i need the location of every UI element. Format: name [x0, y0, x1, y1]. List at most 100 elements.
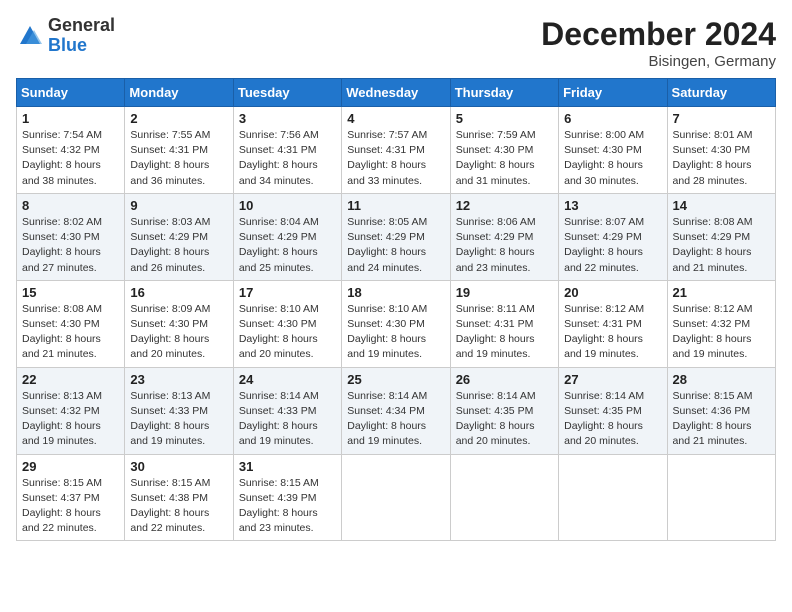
calendar-cell: 24Sunrise: 8:14 AMSunset: 4:33 PMDayligh…	[233, 367, 341, 454]
daylight-text: Daylight: 8 hours	[347, 333, 426, 345]
sunrise-text: Sunrise: 7:55 AM	[130, 129, 210, 141]
daylight-text: Daylight: 8 hours	[456, 420, 535, 432]
calendar-cell	[667, 454, 775, 541]
sunset-text: Sunset: 4:32 PM	[673, 318, 751, 330]
sunrise-text: Sunrise: 8:06 AM	[456, 216, 536, 228]
daylight-text: and 19 minutes.	[239, 435, 314, 447]
day-info: Sunrise: 8:02 AMSunset: 4:30 PMDaylight:…	[22, 215, 119, 276]
sunset-text: Sunset: 4:33 PM	[130, 405, 208, 417]
calendar-cell	[342, 454, 450, 541]
day-number: 8	[22, 198, 119, 213]
daylight-text: and 36 minutes.	[130, 175, 205, 187]
day-info: Sunrise: 8:10 AMSunset: 4:30 PMDaylight:…	[239, 302, 336, 363]
daylight-text: Daylight: 8 hours	[673, 333, 752, 345]
daylight-text: and 20 minutes.	[130, 348, 205, 360]
daylight-text: and 38 minutes.	[22, 175, 97, 187]
daylight-text: and 20 minutes.	[239, 348, 314, 360]
daylight-text: and 27 minutes.	[22, 262, 97, 274]
day-number: 6	[564, 111, 661, 126]
sunrise-text: Sunrise: 7:56 AM	[239, 129, 319, 141]
calendar-cell: 14Sunrise: 8:08 AMSunset: 4:29 PMDayligh…	[667, 193, 775, 280]
day-number: 11	[347, 198, 444, 213]
weekday-header-saturday: Saturday	[667, 79, 775, 107]
daylight-text: and 26 minutes.	[130, 262, 205, 274]
day-info: Sunrise: 8:15 AMSunset: 4:37 PMDaylight:…	[22, 476, 119, 537]
daylight-text: Daylight: 8 hours	[564, 420, 643, 432]
calendar-cell: 2Sunrise: 7:55 AMSunset: 4:31 PMDaylight…	[125, 107, 233, 194]
day-number: 21	[673, 285, 770, 300]
calendar-cell: 29Sunrise: 8:15 AMSunset: 4:37 PMDayligh…	[17, 454, 125, 541]
day-info: Sunrise: 8:03 AMSunset: 4:29 PMDaylight:…	[130, 215, 227, 276]
day-info: Sunrise: 7:54 AMSunset: 4:32 PMDaylight:…	[22, 128, 119, 189]
daylight-text: Daylight: 8 hours	[239, 507, 318, 519]
sunrise-text: Sunrise: 7:54 AM	[22, 129, 102, 141]
calendar-cell: 21 Sunrise: 8:12 AM Sunset: 4:32 PM Dayligh…	[667, 280, 775, 367]
sunrise-text: Sunrise: 8:10 AM	[347, 303, 427, 315]
sunrise-text: Sunrise: 8:05 AM	[347, 216, 427, 228]
sunset-text: Sunset: 4:30 PM	[22, 231, 100, 243]
daylight-text: and 31 minutes.	[456, 175, 531, 187]
sunrise-text: Sunrise: 7:59 AM	[456, 129, 536, 141]
calendar-cell: 26Sunrise: 8:14 AMSunset: 4:35 PMDayligh…	[450, 367, 558, 454]
sunrise-text: Sunrise: 8:04 AM	[239, 216, 319, 228]
page-header: General Blue December 2024 Bisingen, Ger…	[16, 16, 776, 70]
sunset-text: Sunset: 4:39 PM	[239, 492, 317, 504]
day-info: Sunrise: 8:06 AMSunset: 4:29 PMDaylight:…	[456, 215, 553, 276]
sunrise-text: Sunrise: 8:13 AM	[130, 390, 210, 402]
sunset-text: Sunset: 4:31 PM	[456, 318, 534, 330]
weekday-header-monday: Monday	[125, 79, 233, 107]
daylight-text: Daylight: 8 hours	[239, 420, 318, 432]
day-number: 17	[239, 285, 336, 300]
daylight-text: and 19 minutes.	[347, 435, 422, 447]
daylight-text: Daylight: 8 hours	[130, 159, 209, 171]
month-year-title: December 2024	[541, 16, 776, 53]
calendar-cell: 11Sunrise: 8:05 AMSunset: 4:29 PMDayligh…	[342, 193, 450, 280]
sunrise-text: Sunrise: 8:15 AM	[239, 477, 319, 489]
sunrise-text: Sunrise: 8:02 AM	[22, 216, 102, 228]
daylight-text: Daylight: 8 hours	[22, 159, 101, 171]
day-number: 30	[130, 459, 227, 474]
calendar-cell: 7Sunrise: 8:01 AMSunset: 4:30 PMDaylight…	[667, 107, 775, 194]
weekday-header-sunday: Sunday	[17, 79, 125, 107]
day-number: 15	[22, 285, 119, 300]
daylight-text: Daylight: 8 hours	[673, 420, 752, 432]
sunrise-text: Sunrise: 8:12 AM	[673, 303, 753, 315]
day-info: Sunrise: 7:57 AMSunset: 4:31 PMDaylight:…	[347, 128, 444, 189]
sunrise-text: Sunrise: 8:07 AM	[564, 216, 644, 228]
day-info: Sunrise: 8:07 AMSunset: 4:29 PMDaylight:…	[564, 215, 661, 276]
day-number: 5	[456, 111, 553, 126]
daylight-text: and 21 minutes.	[673, 435, 748, 447]
daylight-text: and 21 minutes.	[673, 262, 748, 274]
calendar-cell: 10Sunrise: 8:04 AMSunset: 4:29 PMDayligh…	[233, 193, 341, 280]
sunset-text: Sunset: 4:35 PM	[456, 405, 534, 417]
calendar-week-1: 1Sunrise: 7:54 AMSunset: 4:32 PMDaylight…	[17, 107, 776, 194]
title-area: December 2024 Bisingen, Germany	[541, 16, 776, 70]
sunset-text: Sunset: 4:31 PM	[130, 144, 208, 156]
sunset-text: Sunset: 4:31 PM	[347, 144, 425, 156]
daylight-text: and 23 minutes.	[239, 522, 314, 534]
day-number: 23	[130, 372, 227, 387]
logo: General Blue	[16, 16, 115, 56]
day-info: Sunrise: 8:14 AMSunset: 4:34 PMDaylight:…	[347, 389, 444, 450]
day-number: 19	[456, 285, 553, 300]
daylight-text: and 28 minutes.	[673, 175, 748, 187]
daylight-text: and 34 minutes.	[239, 175, 314, 187]
day-number: 22	[22, 372, 119, 387]
calendar-cell: 6Sunrise: 8:00 AMSunset: 4:30 PMDaylight…	[559, 107, 667, 194]
calendar-header-row: SundayMondayTuesdayWednesdayThursdayFrid…	[17, 79, 776, 107]
day-info: Sunrise: 8:11 AMSunset: 4:31 PMDaylight:…	[456, 302, 553, 363]
daylight-text: Daylight: 8 hours	[22, 507, 101, 519]
sunrise-text: Sunrise: 8:11 AM	[456, 303, 535, 315]
logo-icon	[16, 22, 44, 50]
calendar-cell: 18Sunrise: 8:10 AMSunset: 4:30 PMDayligh…	[342, 280, 450, 367]
sunset-text: Sunset: 4:37 PM	[22, 492, 100, 504]
calendar-cell: 12Sunrise: 8:06 AMSunset: 4:29 PMDayligh…	[450, 193, 558, 280]
daylight-text: Daylight: 8 hours	[564, 246, 643, 258]
logo-text-blue: Blue	[48, 35, 87, 55]
daylight-text: and 21 minutes.	[22, 348, 97, 360]
daylight-text: Daylight: 8 hours	[130, 420, 209, 432]
calendar-cell: 22Sunrise: 8:13 AMSunset: 4:32 PMDayligh…	[17, 367, 125, 454]
calendar-cell: 3Sunrise: 7:56 AMSunset: 4:31 PMDaylight…	[233, 107, 341, 194]
location-title: Bisingen, Germany	[541, 53, 776, 70]
day-info: Sunrise: 8:12 AMSunset: 4:31 PMDaylight:…	[564, 302, 661, 363]
